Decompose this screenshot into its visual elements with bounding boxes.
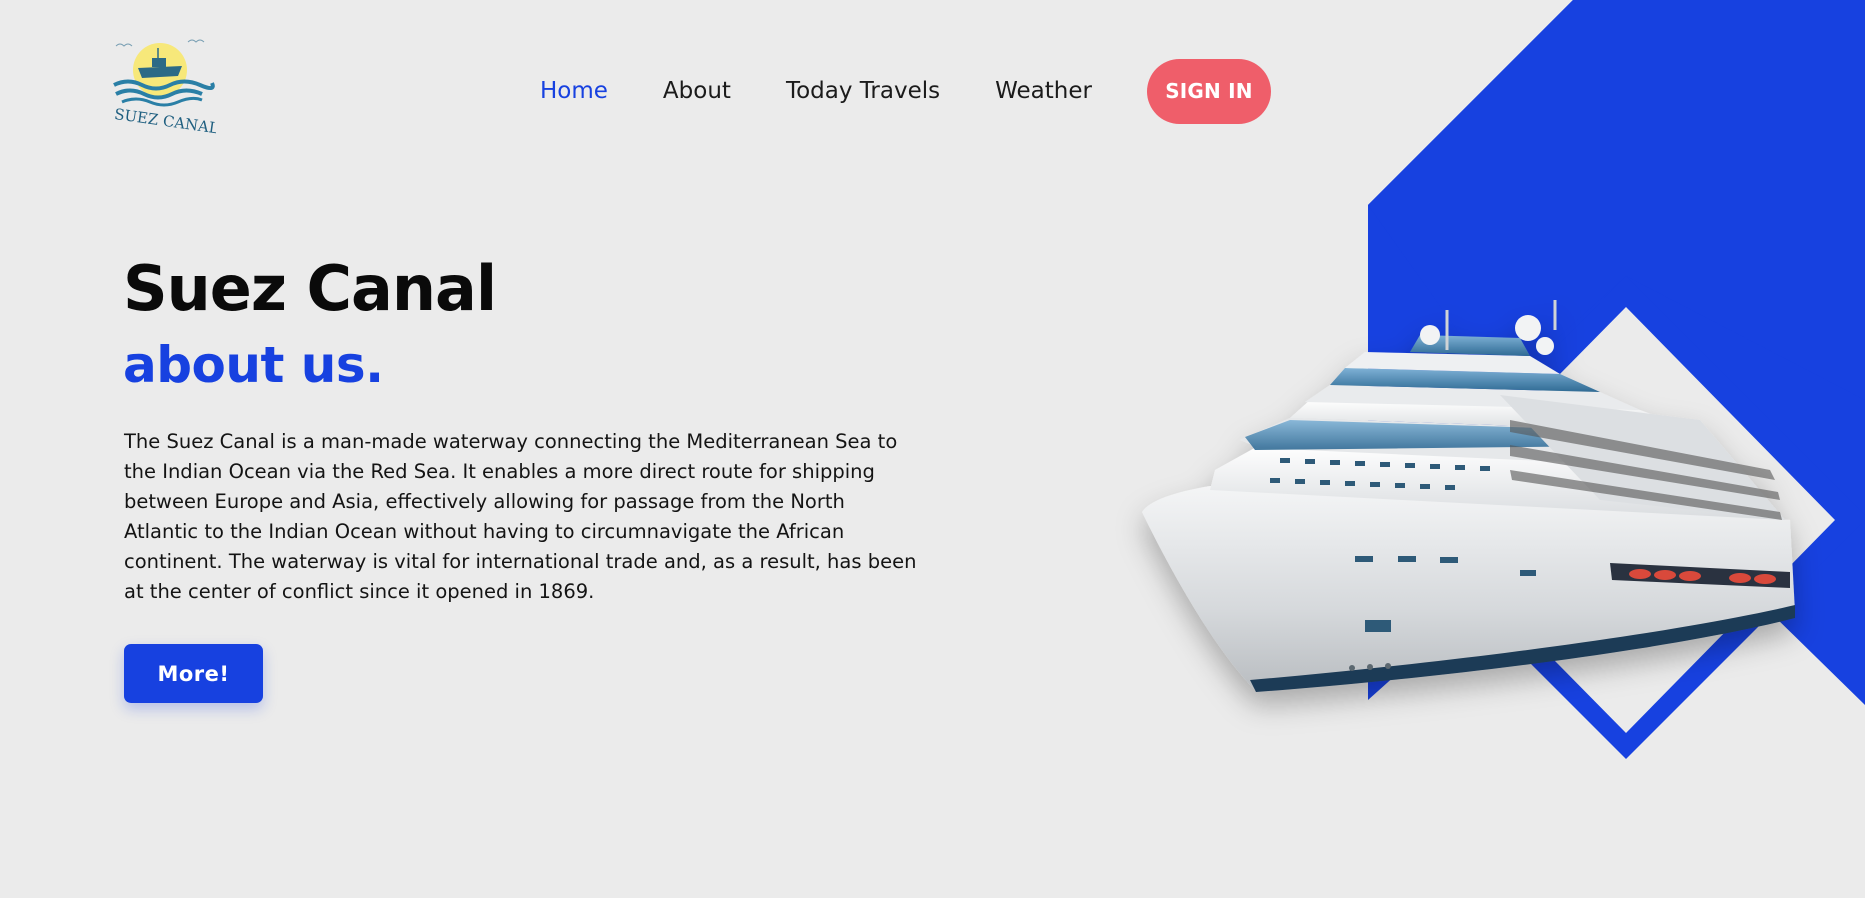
cruise-ship-illustration	[1142, 300, 1795, 692]
nav-link-about[interactable]: About	[663, 78, 731, 104]
about-description: The Suez Canal is a man-made waterway co…	[124, 430, 917, 603]
more-button[interactable]: More!	[124, 644, 263, 703]
nav-link-home[interactable]: Home	[540, 78, 608, 104]
suez-canal-logo[interactable]: SUEZ CANAL	[108, 30, 220, 137]
ship-on-waves-logo: SUEZ CANAL	[113, 39, 220, 137]
svg-text:SUEZ CANAL: SUEZ CANAL	[113, 105, 216, 134]
main-navigation: Home About Today Travels Weather SIGN IN	[540, 58, 1271, 124]
nav-link-today-travels[interactable]: Today Travels	[786, 78, 940, 104]
sign-in-button[interactable]: SIGN IN	[1146, 58, 1271, 124]
page-subtitle: about us.	[123, 336, 384, 394]
nav-link-weather[interactable]: Weather	[995, 78, 1092, 104]
page-title: Suez Canal	[123, 252, 497, 325]
